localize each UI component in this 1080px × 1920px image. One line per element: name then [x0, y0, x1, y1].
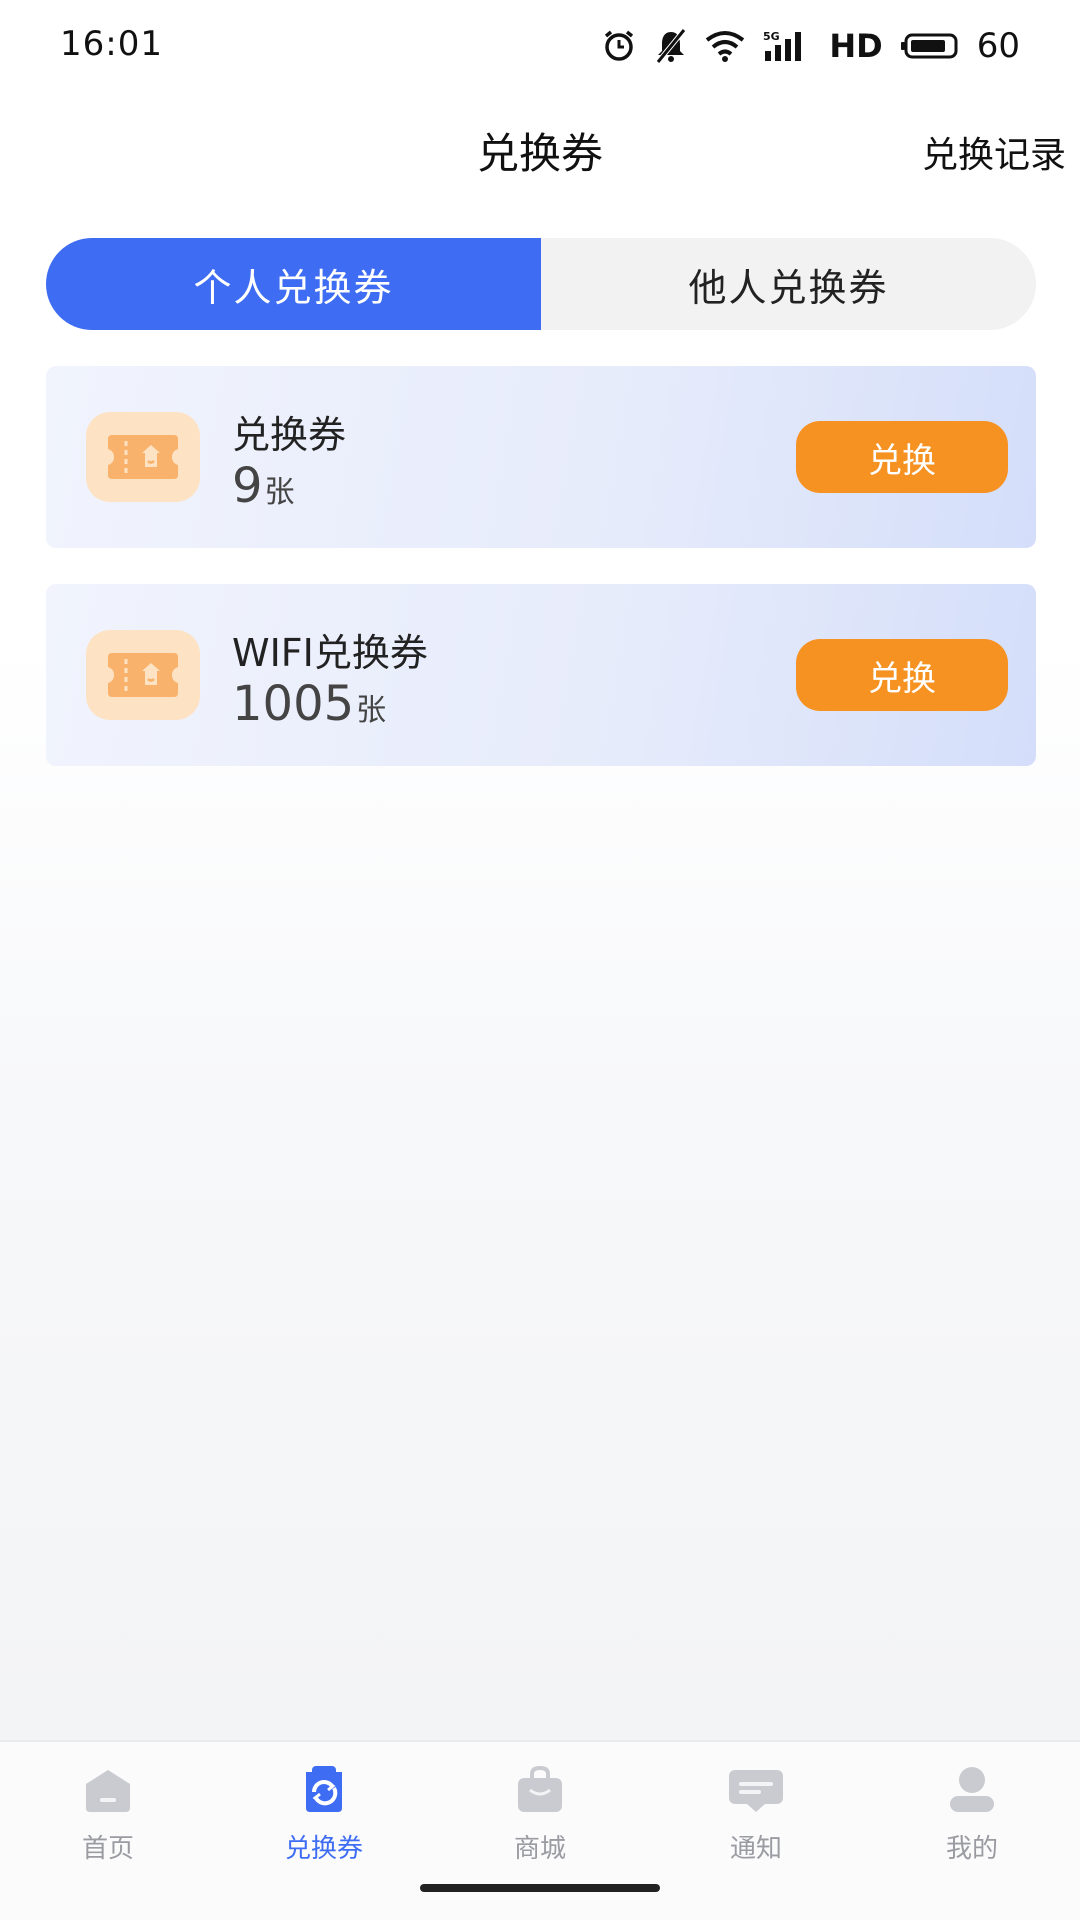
shop-bag-icon	[510, 1762, 570, 1818]
battery-icon	[900, 32, 959, 60]
network-label: HD	[829, 27, 883, 65]
page-title: 兑换券	[476, 129, 603, 178]
signal-5g-icon: 5G	[763, 29, 811, 63]
mute-icon	[655, 28, 687, 64]
nav-profile[interactable]: 我的	[864, 1762, 1080, 1872]
home-indicator[interactable]	[420, 1884, 660, 1892]
tab-personal-vouchers[interactable]: 个人兑换券	[46, 238, 541, 330]
bottom-nav: 首页 兑换券 商城 通知 我的	[0, 1740, 1080, 1920]
nav-label: 通知	[729, 1834, 782, 1864]
redeem-button[interactable]: 兑换	[796, 639, 1008, 711]
battery-level: 60	[976, 26, 1020, 66]
nav-vouchers[interactable]: 兑换券	[216, 1762, 432, 1872]
ticket-icon	[86, 412, 200, 502]
nav-label: 首页	[81, 1834, 134, 1864]
voucher-card: WIFI兑换券 1005 张 兑换	[46, 584, 1036, 766]
status-icons: 5G HD 60	[601, 24, 1020, 68]
profile-icon	[942, 1762, 1002, 1818]
alarm-icon	[601, 28, 637, 64]
nav-label: 商城	[513, 1834, 566, 1864]
voucher-count-value: 9	[232, 458, 263, 514]
voucher-tabs: 个人兑换券 他人兑换券	[46, 238, 1036, 330]
voucher-count-unit: 张	[264, 475, 295, 510]
voucher-card: 兑换券 9 张 兑换	[46, 366, 1036, 548]
nav-label: 我的	[945, 1834, 998, 1864]
home-icon	[78, 1762, 138, 1818]
voucher-name: 兑换券	[232, 413, 347, 457]
nav-label: 兑换券	[284, 1834, 363, 1864]
nav-notifications[interactable]: 通知	[648, 1762, 864, 1872]
tab-others-vouchers[interactable]: 他人兑换券	[541, 238, 1036, 330]
svg-text:5G: 5G	[763, 30, 780, 43]
header: 兑换券 兑换记录	[0, 96, 1080, 200]
voucher-count: 1005 张	[232, 676, 386, 732]
voucher-count: 9 张	[232, 458, 295, 514]
status-time: 16:01	[60, 24, 163, 64]
voucher-name: WIFI兑换券	[232, 631, 428, 675]
voucher-icon	[294, 1762, 354, 1818]
voucher-count-unit: 张	[356, 693, 387, 728]
redeem-history-link[interactable]: 兑换记录	[922, 126, 1066, 178]
message-icon	[726, 1762, 786, 1818]
ticket-icon	[86, 630, 200, 720]
nav-shop[interactable]: 商城	[432, 1762, 648, 1872]
voucher-count-value: 1005	[232, 676, 355, 732]
redeem-button[interactable]: 兑换	[796, 421, 1008, 493]
wifi-icon	[705, 30, 745, 62]
nav-home[interactable]: 首页	[0, 1762, 216, 1872]
status-bar: 16:01 5G HD 60	[0, 0, 1080, 96]
